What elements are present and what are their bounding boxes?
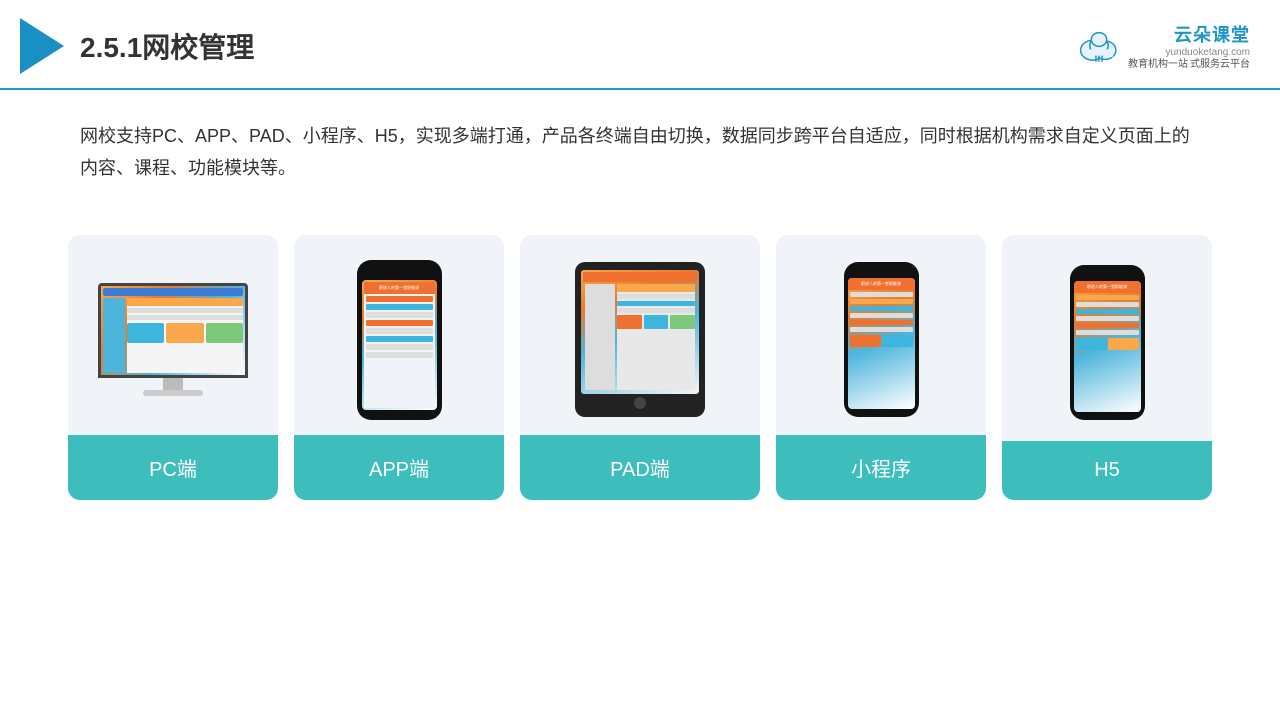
pc-content-area — [103, 298, 243, 373]
tablet-body — [583, 282, 697, 392]
card-app-label: APP端 — [294, 435, 504, 500]
mini-phone-notch — [869, 270, 893, 275]
description-text: 网校支持PC、APP、PAD、小程序、H5，实现多端打通，产品各终端自由切换，数… — [0, 90, 1280, 195]
tablet-screen-content — [581, 270, 699, 394]
screen-row-4 — [366, 320, 433, 326]
tablet-home-btn — [634, 397, 646, 409]
mini-phone-screen-h5: 职进人的第一堂职能课 — [1074, 281, 1141, 412]
screen-row-2 — [366, 304, 433, 310]
pc-stand-base — [143, 390, 203, 396]
mini-phone-notch-h5 — [1095, 273, 1119, 278]
pc-main — [127, 298, 243, 373]
header: 2.5.1网校管理 云朵课堂 yunduoketang.com 教育机构一站 式… — [0, 0, 1280, 90]
cloud-icon — [1076, 28, 1122, 64]
header-right: 云朵课堂 yunduoketang.com 教育机构一站 式服务云平台 — [1076, 21, 1250, 71]
screen-row-7 — [366, 344, 433, 350]
logo-triangle-icon — [20, 18, 64, 74]
card-pad-image — [520, 235, 760, 435]
screen-row-6 — [366, 336, 433, 342]
card-pc: PC端 — [68, 235, 278, 500]
mini-phone-miniprogram: 职进人的第一堂职能课 — [844, 262, 919, 417]
tablet-header-bar — [583, 272, 697, 282]
brand-name: 云朵课堂 — [1128, 21, 1250, 47]
phone-screen-body-app — [364, 294, 435, 408]
card-h5-image: 职进人的第一堂职能课 — [1002, 235, 1212, 441]
brand-tagline: 教育机构一站 式服务云平台 — [1128, 58, 1250, 71]
page-title: 2.5.1网校管理 — [80, 26, 254, 66]
brand-url: yunduoketang.com — [1128, 47, 1250, 58]
screen-row-1 — [366, 296, 433, 302]
card-miniprogram-image: 职进人的第一堂职能课 — [776, 235, 986, 435]
mini-phone-h5: 职进人的第一堂职能课 — [1070, 265, 1145, 420]
tablet-left — [585, 284, 615, 390]
pc-sidebar — [103, 298, 125, 373]
phone-screen-header-app: 职进人的第一堂职能课 — [364, 282, 435, 294]
phone-mockup-app: 职进人的第一堂职能课 — [357, 260, 442, 420]
phone-screen-app: 职进人的第一堂职能课 — [362, 280, 437, 410]
card-pc-image — [68, 235, 278, 435]
card-miniprogram: 职进人的第一堂职能课 小程序 — [776, 235, 986, 500]
card-app: 职进人的第一堂职能课 APP端 — [294, 235, 504, 500]
pc-mockup — [88, 283, 258, 396]
tablet-screen — [581, 270, 699, 394]
card-app-image: 职进人的第一堂职能课 — [294, 235, 504, 435]
tablet-right — [617, 284, 695, 390]
header-left: 2.5.1网校管理 — [20, 18, 254, 74]
screen-row-3 — [366, 312, 433, 318]
pc-screen — [98, 283, 248, 378]
card-miniprogram-label: 小程序 — [776, 435, 986, 500]
card-pad: PAD端 — [520, 235, 760, 500]
cards-container: PC端 职进人的第一堂职能课 — [0, 205, 1280, 530]
card-pc-label: PC端 — [68, 435, 278, 500]
phone-screen-content-app: 职进人的第一堂职能课 — [362, 280, 437, 410]
card-h5-label: H5 — [1002, 441, 1212, 500]
pc-nav-bar — [103, 288, 243, 296]
mini-phone-screen-miniprogram: 职进人的第一堂职能课 — [848, 278, 915, 409]
brand-logo: 云朵课堂 yunduoketang.com 教育机构一站 式服务云平台 — [1076, 21, 1250, 71]
card-pad-label: PAD端 — [520, 435, 760, 500]
pc-stand-neck — [163, 378, 183, 390]
screen-row-5 — [366, 328, 433, 334]
card-h5: 职进人的第一堂职能课 H5 — [1002, 235, 1212, 500]
phone-notch-app — [384, 270, 414, 276]
tablet-mockup — [575, 262, 705, 417]
screen-row-8 — [366, 352, 433, 358]
pc-screen-inner — [101, 286, 245, 375]
brand-text: 云朵课堂 yunduoketang.com 教育机构一站 式服务云平台 — [1128, 21, 1250, 71]
